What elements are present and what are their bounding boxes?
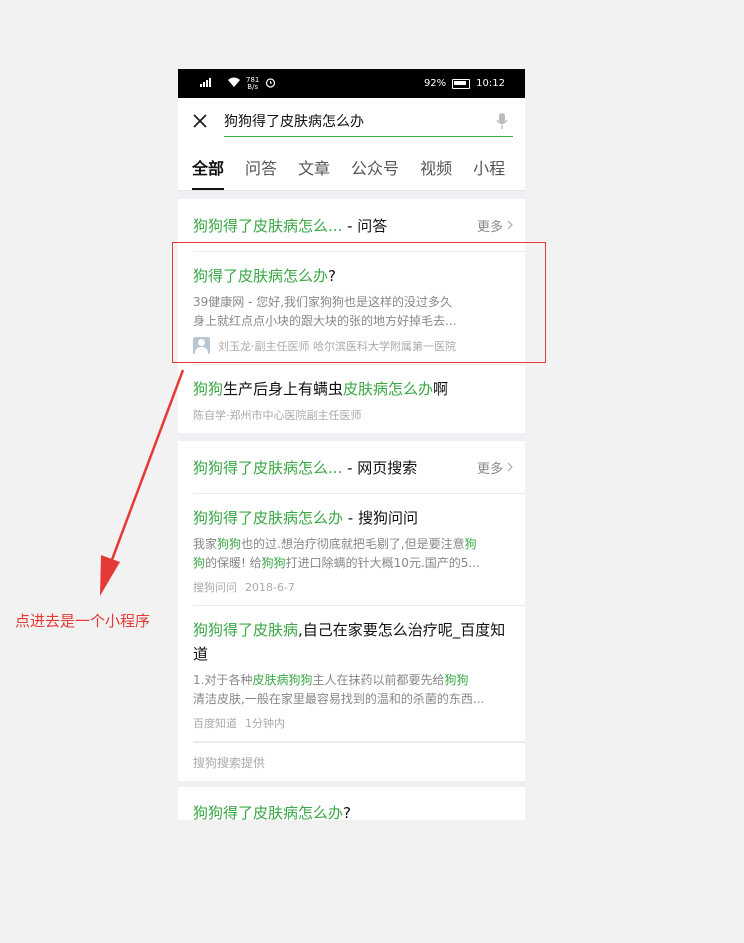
qa-card-title: 狗狗得了皮肤病怎么... - 问答	[193, 216, 388, 235]
annotation-text: 点进去是一个小程序	[15, 612, 151, 630]
microphone-icon[interactable]	[495, 112, 509, 130]
partial-result-card[interactable]: 狗狗得了皮肤病怎么办?	[178, 787, 525, 820]
tab-mini-programs[interactable]: 小程	[473, 144, 505, 190]
result-snippet: 1.对于各种皮肤病狗狗主人在抹药以前都要先给狗狗 清洁皮肤,一般在家里最容易找到…	[193, 673, 485, 706]
result-title: 狗狗得了皮肤病怎么办?	[193, 804, 351, 820]
phone-screen: 781B/s 92% 10:12 全部 问答 文章 公众号 视频 小程	[178, 69, 525, 820]
result-title: 狗狗生产后身上有螨虫皮肤病怎么办啊	[193, 380, 449, 398]
result-meta: 陈自学·郑州市中心医院副主任医师	[193, 409, 362, 422]
status-bar: 781 B/s 92% 10:12	[178, 69, 525, 98]
battery-icon	[452, 78, 471, 89]
search-field	[224, 106, 513, 137]
result-title: 狗狗得了皮肤病,自己在家要怎么治疗呢_百度知道	[193, 621, 506, 663]
alarm-icon	[265, 77, 276, 91]
web-card-title: 狗狗得了皮肤病怎么... - 网页搜索	[193, 458, 418, 477]
tab-official-accounts[interactable]: 公众号	[351, 144, 399, 190]
wifi-icon	[228, 77, 240, 90]
signal-icon	[200, 77, 222, 90]
result-meta: 百度知道 1分钟内	[193, 717, 285, 730]
highlight-box	[172, 242, 546, 363]
category-tabs: 全部 问答 文章 公众号 视频 小程	[178, 144, 525, 191]
tab-videos[interactable]: 视频	[420, 144, 452, 190]
web-result-1[interactable]: 狗狗得了皮肤病怎么办 - 搜狗问问 我家狗狗也的过.想治疗彻底就把毛剔了,但是要…	[193, 494, 525, 606]
result-meta: 搜狗问问 2018-6-7	[193, 580, 295, 595]
tab-all[interactable]: 全部	[192, 144, 225, 190]
result-title: 狗狗得了皮肤病怎么办 - 搜狗问问	[193, 509, 418, 527]
search-bar	[178, 98, 525, 144]
tab-qa[interactable]: 问答	[245, 144, 277, 190]
close-icon[interactable]	[190, 111, 210, 131]
battery-percent: 92%	[423, 78, 447, 89]
web-search-card: 狗狗得了皮肤病怎么... - 网页搜索 更多 狗狗得了皮肤病怎么办 - 搜狗问问…	[178, 441, 525, 781]
network-speed: 781 B/s	[246, 75, 260, 91]
web-result-2[interactable]: 狗狗得了皮肤病,自己在家要怎么治疗呢_百度知道 1.对于各种皮肤病狗狗主人在抹药…	[193, 606, 525, 742]
qa-result-2[interactable]: 狗狗生产后身上有螨虫皮肤病怎么办啊 陈自学·郑州市中心医院副主任医师	[193, 365, 525, 433]
web-more-link[interactable]: 更多	[477, 458, 513, 477]
chevron-right-icon	[507, 220, 513, 230]
search-provider-note: 搜狗搜索提供	[193, 742, 525, 781]
chevron-right-icon	[507, 462, 513, 472]
result-snippet: 我家狗狗也的过.想治疗彻底就把毛剔了,但是要注意狗 狗的保暖! 给狗狗打进口除螨…	[193, 537, 480, 570]
clock: 10:12	[476, 78, 505, 89]
qa-more-link[interactable]: 更多	[477, 216, 513, 235]
tab-articles[interactable]: 文章	[298, 144, 330, 190]
annotation-arrow-icon	[100, 369, 185, 596]
web-card-header: 狗狗得了皮肤病怎么... - 网页搜索 更多	[193, 441, 525, 494]
search-input[interactable]	[224, 112, 484, 129]
